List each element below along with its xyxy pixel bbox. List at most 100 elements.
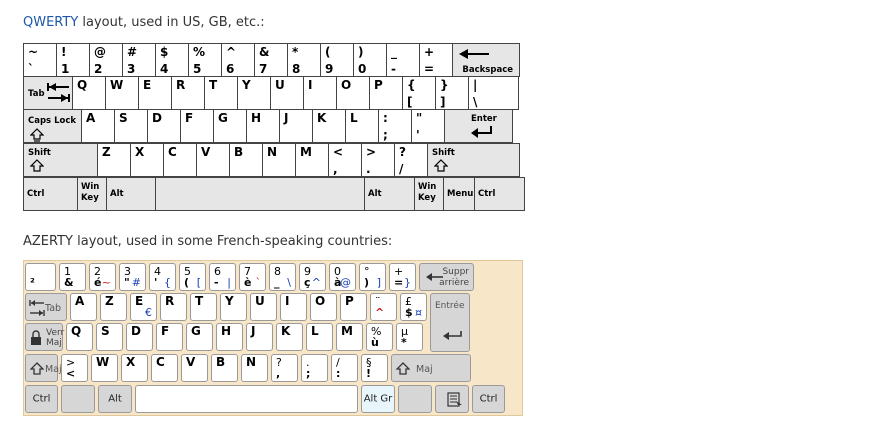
key-exclaim[interactable]: §! xyxy=(361,354,388,382)
key-apostrophe[interactable]: 4 '{ xyxy=(149,263,176,291)
key-legend: O xyxy=(315,294,326,308)
key-g[interactable]: G xyxy=(186,323,213,351)
key-x[interactable]: X xyxy=(121,354,148,382)
key-quote[interactable]: 3 " # xyxy=(119,263,146,291)
key-e-grave[interactable]: 7 è ` xyxy=(239,263,266,291)
key-less[interactable]: > < xyxy=(61,354,88,382)
key-a[interactable]: A xyxy=(70,293,97,321)
key-ctrl[interactable]: Ctrl xyxy=(25,385,58,413)
key-c[interactable]: C xyxy=(151,354,178,382)
key-c-cedilla[interactable]: 9 ç ^ xyxy=(299,263,326,291)
key-legend-base: , xyxy=(276,367,281,380)
key-legend: P xyxy=(345,294,354,308)
key-legend-base: ! xyxy=(366,367,372,380)
key-legend-base: ' xyxy=(154,276,158,289)
key-d[interactable]: D xyxy=(126,323,153,351)
key-label: Tab xyxy=(45,303,62,314)
key-alt-gr[interactable]: Alt Gr xyxy=(361,385,395,413)
key-legend-base: $ xyxy=(405,306,413,319)
key-l[interactable]: L xyxy=(306,323,333,351)
key-legend-altgr: | xyxy=(227,276,231,289)
key-legend-base: ; xyxy=(306,367,311,380)
key-suppr[interactable]: Suppr arrière xyxy=(419,263,474,291)
key-legend-base: & xyxy=(64,276,74,289)
key-lparen[interactable]: 5([ xyxy=(179,263,206,291)
key-t[interactable]: T xyxy=(190,293,217,321)
key-windows[interactable] xyxy=(61,385,95,413)
key-ctrl[interactable]: Ctrl xyxy=(472,385,505,413)
key-e-acute[interactable]: 2 é ~ xyxy=(89,263,116,291)
key-rparen[interactable]: °)] xyxy=(359,263,386,291)
key-legend: U xyxy=(255,294,265,308)
key-legend: Y xyxy=(225,294,234,308)
key-entr-e[interactable]: Entrée xyxy=(430,293,470,352)
key-u[interactable]: U xyxy=(250,293,277,321)
key-legend: B xyxy=(216,355,226,369)
key-equals[interactable]: + =} xyxy=(389,263,416,291)
key-alt[interactable]: Alt xyxy=(98,385,132,413)
key-legend-altgr: } xyxy=(404,276,411,289)
key-underscore[interactable]: 8 _ \ xyxy=(269,263,296,291)
key-legend: L xyxy=(311,324,319,338)
key-z[interactable]: Z xyxy=(100,293,127,321)
azerty-keyboard: ² 1 & 2 é ~3 " #4 '{5([6- | 7 è ` 8 _ \ 9 ç ^ 0 à @ °)] + =} Supp… xyxy=(0,0,878,427)
key-legend-base: * xyxy=(401,336,407,349)
key-i[interactable]: I xyxy=(280,293,307,321)
key-q[interactable]: Q xyxy=(66,323,93,351)
key-v[interactable]: V xyxy=(181,354,208,382)
key-superscript-two[interactable]: ² xyxy=(25,263,56,291)
key-legend-altgr: ¤ xyxy=(415,306,422,319)
key-minus[interactable]: 6- | xyxy=(209,263,236,291)
key-legend-base: - xyxy=(214,276,219,289)
key-ampersand[interactable]: 1 & xyxy=(59,263,86,291)
key-legend-altgr: \ xyxy=(287,276,291,289)
key-comma[interactable]: ?, xyxy=(271,354,298,382)
menu-icon xyxy=(447,392,462,407)
space-bar[interactable] xyxy=(135,385,358,413)
enter-arrow-icon xyxy=(443,331,462,340)
key-u-grave[interactable]: % ù xyxy=(366,323,393,351)
key-legend: N xyxy=(246,355,257,369)
key-maj[interactable]: Maj xyxy=(391,354,471,382)
key-asterisk[interactable]: µ * xyxy=(396,323,423,351)
key-legend: R xyxy=(165,294,175,308)
key-h[interactable]: H xyxy=(216,323,243,351)
key-a-grave[interactable]: 0 à @ xyxy=(329,263,356,291)
key-legend: W xyxy=(96,355,110,369)
key-n[interactable]: N xyxy=(241,354,268,382)
key-j[interactable]: J xyxy=(246,323,273,351)
key-legend-base: " xyxy=(124,276,130,289)
key-k[interactable]: K xyxy=(276,323,303,351)
key-b[interactable]: B xyxy=(211,354,238,382)
key-caret[interactable]: ¨ ^ xyxy=(370,293,397,321)
key-legend: Z xyxy=(105,294,114,308)
key-p[interactable]: P xyxy=(340,293,367,321)
key-colon[interactable]: /: xyxy=(331,354,358,382)
key-legend: M xyxy=(341,324,353,338)
padlock-icon xyxy=(31,330,41,345)
key-m[interactable]: M xyxy=(336,323,363,351)
key-label: Entrée xyxy=(435,301,465,311)
key-menu[interactable] xyxy=(435,385,469,413)
key-o[interactable]: O xyxy=(310,293,337,321)
key-legend: E xyxy=(135,294,144,308)
key-w[interactable]: W xyxy=(91,354,118,382)
key-verr[interactable]: Verr Maj xyxy=(25,323,64,351)
key-label: Maj xyxy=(416,364,433,375)
key-semicolon[interactable]: .; xyxy=(301,354,328,382)
key-legend: J xyxy=(251,324,256,338)
key-y[interactable]: Y xyxy=(220,293,247,321)
key-f[interactable]: F xyxy=(156,323,183,351)
key-s[interactable]: S xyxy=(96,323,123,351)
key-e[interactable]: E € xyxy=(130,293,157,321)
key-dollar[interactable]: £ $ ¤ xyxy=(400,293,427,321)
backspace-arrow-icon xyxy=(426,273,443,281)
key-windows[interactable] xyxy=(398,385,432,413)
key-r[interactable]: R xyxy=(160,293,187,321)
key-tab[interactable]: Tab xyxy=(25,293,67,321)
key-legend-base: : xyxy=(336,367,341,380)
key-maj[interactable]: Maj xyxy=(25,354,62,382)
key-label: Alt Gr xyxy=(363,393,393,405)
key-legend: C xyxy=(156,355,165,369)
key-legend: H xyxy=(221,324,232,338)
